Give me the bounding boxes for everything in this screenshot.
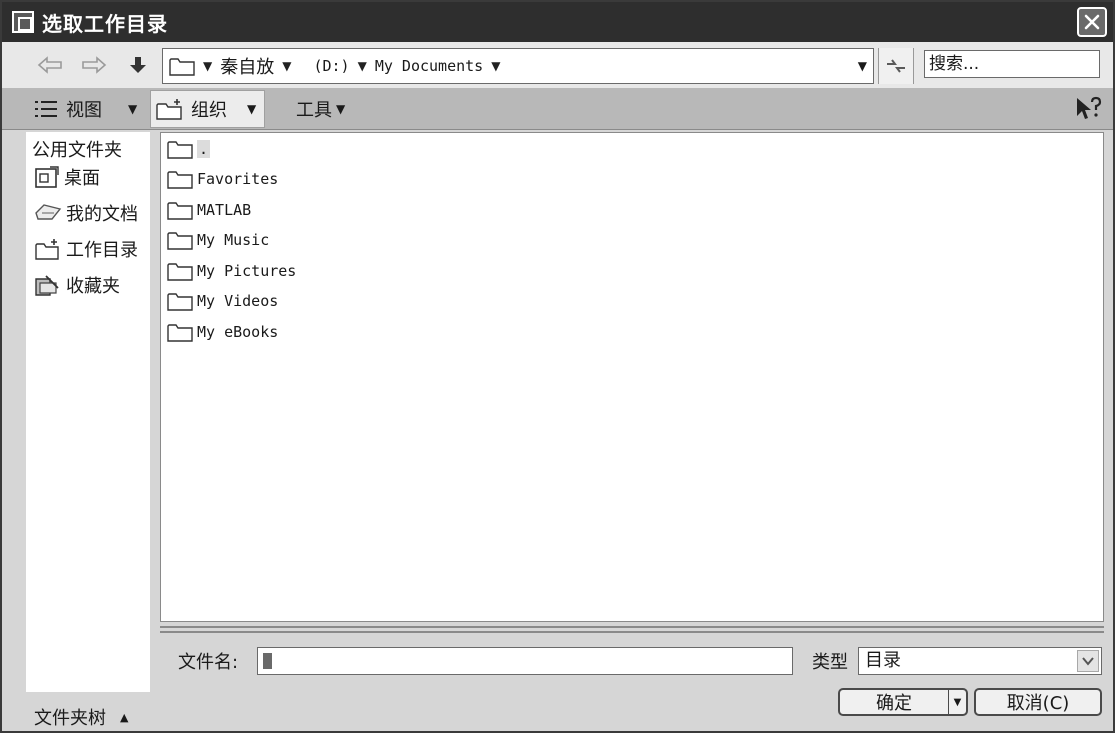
list-item[interactable]: My eBooks	[167, 320, 278, 344]
view-dropdown-icon: ▼	[128, 102, 138, 116]
breadcrumb-user[interactable]: 秦自放	[220, 53, 274, 79]
refresh-icon	[887, 59, 905, 73]
address-bar[interactable]: ▼ 秦自放 ▼ (D:) ▼ My Documents ▼ ▼	[162, 48, 874, 84]
item-name: My Music	[197, 231, 270, 249]
text-caret	[263, 653, 272, 669]
chevron-down-icon	[1082, 657, 1094, 666]
close-button[interactable]	[1077, 7, 1107, 37]
file-type-select[interactable]: 目录	[858, 647, 1102, 675]
down-arrow-icon	[130, 57, 146, 73]
item-name: MATLAB	[197, 201, 252, 219]
forward-arrow-icon	[82, 56, 107, 74]
item-name: .	[197, 140, 211, 158]
tools-label: 工具	[296, 100, 332, 121]
folder-tree-label: 文件夹树	[34, 708, 106, 729]
collapse-up-icon: ▲	[120, 710, 129, 724]
crumb-dropdown-icon[interactable]: ▼	[203, 59, 212, 73]
ok-button[interactable]: 确定 ▼	[838, 688, 968, 716]
whats-this-help-icon	[1077, 96, 1102, 119]
address-history-dropdown-icon[interactable]: ▼	[858, 59, 867, 73]
item-name: My eBooks	[197, 323, 279, 341]
back-button[interactable]	[34, 50, 66, 80]
refresh-button[interactable]	[878, 48, 914, 84]
back-arrow-icon	[37, 56, 62, 74]
organize-label: 组织	[191, 100, 227, 121]
list-item[interactable]: MATLAB	[167, 198, 251, 222]
ok-label: 确定	[876, 693, 912, 714]
search-input[interactable]: 搜索...	[924, 50, 1100, 78]
documents-icon	[35, 204, 62, 220]
list-item[interactable]: Favorites	[167, 167, 278, 191]
organize-menu-button[interactable]: 组织 ▼	[150, 90, 266, 128]
folder-icon	[169, 58, 195, 76]
tools-dropdown-icon: ▼	[336, 102, 346, 116]
folder-icon	[167, 324, 193, 342]
list-item[interactable]: My Videos	[167, 289, 278, 313]
file-form: 文件名: 类型 目录 确定 ▼ 取消(C)	[160, 638, 1104, 728]
list-item[interactable]: My Pictures	[167, 259, 296, 283]
address-row: ▼ 秦自放 ▼ (D:) ▼ My Documents ▼ ▼ 搜索...	[2, 42, 1113, 88]
list-view-icon	[35, 101, 57, 117]
place-label: 工作目录	[66, 240, 138, 261]
place-favorites[interactable]: 收藏夹	[34, 272, 120, 298]
splitter-line	[160, 631, 1104, 633]
folder-icon	[167, 141, 193, 159]
file-type-label: 类型	[812, 652, 848, 673]
folder-icon	[167, 202, 193, 220]
file-list[interactable]: . Favorites MATLAB My Music My Pictures	[160, 132, 1104, 622]
folder-tree-toggle[interactable]: 文件夹树 ▲	[34, 704, 128, 730]
folder-icon	[167, 171, 193, 189]
ok-dropdown-icon[interactable]: ▼	[948, 690, 966, 714]
close-icon	[1084, 14, 1100, 30]
view-menu-button[interactable]: 视图 ▼	[34, 88, 137, 130]
window-title: 选取工作目录	[42, 11, 168, 36]
place-label: 桌面	[64, 168, 100, 189]
folder-icon	[167, 232, 193, 250]
window-icon	[12, 11, 34, 33]
title-bar[interactable]: 选取工作目录	[2, 2, 1113, 42]
item-name: Favorites	[197, 170, 279, 188]
list-item[interactable]: My Music	[167, 228, 269, 252]
place-label: 我的文档	[66, 204, 138, 225]
cancel-button[interactable]: 取消(C)	[974, 688, 1102, 716]
new-folder-icon	[156, 99, 182, 120]
places-header: 公用文件夹	[32, 140, 122, 161]
file-type-value: 目录	[865, 650, 901, 671]
place-working-directory[interactable]: 工作目录	[34, 236, 138, 262]
breadcrumb-my-documents[interactable]: My Documents	[375, 57, 483, 75]
filename-input[interactable]	[257, 647, 793, 675]
place-label: 收藏夹	[66, 276, 120, 297]
tools-menu-button[interactable]: 工具 ▼	[296, 88, 345, 130]
working-dir-icon	[35, 239, 59, 260]
cancel-label: 取消(C)	[1006, 693, 1070, 714]
view-label: 视图	[66, 100, 102, 121]
folder-icon	[167, 293, 193, 311]
place-desktop[interactable]: 桌面	[34, 164, 100, 190]
desktop-icon	[35, 166, 59, 188]
help-button[interactable]	[1075, 96, 1103, 127]
item-name: My Videos	[197, 292, 279, 310]
select-working-directory-dialog: 选取工作目录 ▼ 秦自放 ▼ (D:) ▼ My Documents ▼ ▼ 搜…	[0, 0, 1115, 733]
places-pane: 公用文件夹 桌面 我的文档 工作目录 收藏夹	[26, 132, 150, 692]
folder-icon	[167, 263, 193, 281]
organize-dropdown-icon: ▼	[247, 102, 257, 116]
toolbar: 视图 ▼ 组织 ▼ 工具 ▼	[2, 88, 1113, 130]
favorites-icon	[35, 275, 59, 296]
breadcrumb-drive[interactable]: (D:)	[313, 57, 349, 75]
list-item[interactable]: .	[167, 137, 211, 161]
item-name: My Pictures	[197, 262, 297, 280]
place-my-documents[interactable]: 我的文档	[34, 200, 138, 226]
up-button[interactable]	[122, 50, 154, 80]
file-type-dropdown-button[interactable]	[1077, 650, 1099, 672]
crumb-dropdown-icon[interactable]: ▼	[491, 59, 500, 73]
crumb-dropdown-icon[interactable]: ▼	[282, 59, 291, 73]
splitter[interactable]	[160, 626, 1104, 628]
crumb-dropdown-icon[interactable]: ▼	[358, 59, 367, 73]
forward-button[interactable]	[78, 50, 110, 80]
filename-label: 文件名:	[178, 652, 239, 673]
